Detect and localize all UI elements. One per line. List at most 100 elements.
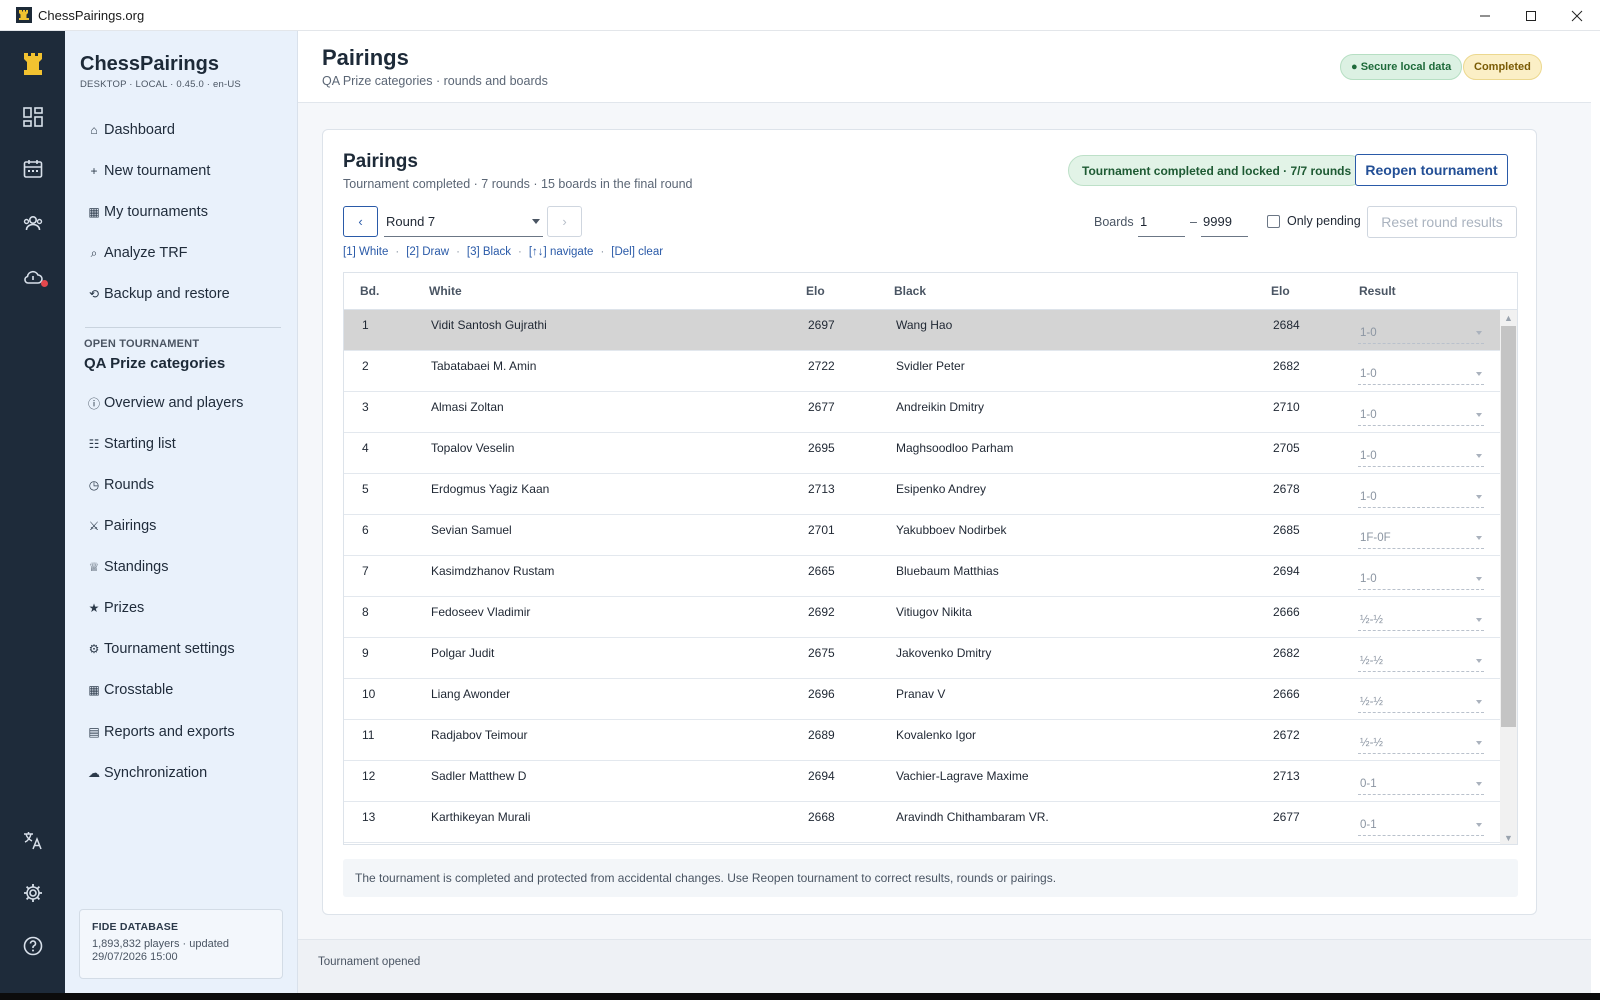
grid-icon: ▦ <box>88 205 100 219</box>
board-number: 12 <box>362 769 376 783</box>
reopen-tournament-button[interactable]: Reopen tournament <box>1355 154 1508 186</box>
result-value: 1-0 <box>1360 572 1377 585</box>
table-scrollbar[interactable]: ▲ ▼ <box>1500 310 1517 844</box>
sidebar-item-pairings[interactable]: ⚔ Pairings <box>87 515 157 537</box>
result-select[interactable]: ½-½ <box>1358 609 1484 631</box>
table-row[interactable]: 5 Erdogmus Yagiz Kaan 2713 Esipenko Andrey 2… <box>344 474 1500 515</box>
card-title: Pairings <box>343 151 418 172</box>
scrollbar-thumb[interactable] <box>1501 326 1516 727</box>
sync-alert-dot <box>41 280 48 287</box>
sidebar-item-my-tournaments[interactable]: ▦ My tournaments <box>87 201 208 223</box>
list-icon: ☷ <box>88 437 100 451</box>
table-row[interactable]: 12 Sadler Matthew D 2694 Vachier-Lagrave Ma… <box>344 761 1500 802</box>
window-bottom-edge <box>0 993 1600 1000</box>
result-select[interactable]: 1-0 <box>1358 322 1484 344</box>
pairings-table: Bd. White Elo Black Elo Result 1 Vidit Sa… <box>343 272 1518 845</box>
table-row[interactable]: 3 Almasi Zoltan 2677 Andreikin Dmitry 2710 1-… <box>344 392 1500 433</box>
close-icon[interactable] <box>1554 0 1600 31</box>
result-select[interactable]: 1-0 <box>1358 486 1484 508</box>
rook-icon <box>16 7 32 23</box>
table-row[interactable]: 1 Vidit Santosh Gujrathi 2697 Wang Hao 2684 1… <box>344 310 1500 351</box>
result-select[interactable]: 0-1 <box>1358 814 1484 836</box>
sidebar-item-new-tournament[interactable]: + New tournament <box>87 160 210 182</box>
result-select[interactable]: ½-½ <box>1358 650 1484 672</box>
white-player: Vidit Santosh Gujrathi <box>431 318 547 332</box>
players-icon[interactable] <box>0 203 65 243</box>
column-header-black-elo[interactable]: Elo <box>1271 284 1290 298</box>
only-pending-toggle[interactable]: Only pending <box>1267 214 1361 228</box>
dashboard-icon[interactable] <box>0 97 65 137</box>
result-select[interactable]: 1-0 <box>1358 568 1484 590</box>
board-number: 13 <box>362 810 376 824</box>
result-select[interactable]: 0-1 <box>1358 773 1484 795</box>
sidebar-item-dashboard[interactable]: ⌂ Dashboard <box>87 119 175 141</box>
result-select[interactable]: 1-0 <box>1358 363 1484 385</box>
minimize-icon[interactable] <box>1462 0 1508 31</box>
boards-to-input[interactable]: 9999 <box>1201 206 1248 237</box>
open-tournament-label: OPEN TOURNAMENT <box>84 338 200 350</box>
result-select[interactable]: 1F-0F <box>1358 527 1484 549</box>
white-player: Radjabov Teimour <box>431 728 528 742</box>
chevron-down-icon <box>1476 577 1482 581</box>
chevron-down-icon <box>1476 495 1482 499</box>
result-select[interactable]: ½-½ <box>1358 691 1484 713</box>
table-row[interactable]: 11 Radjabov Teimour 2689 Kovalenko Igor 2672… <box>344 720 1500 761</box>
result-select[interactable]: 1-0 <box>1358 404 1484 426</box>
sidebar-item-prizes[interactable]: ★ Prizes <box>87 597 145 619</box>
chevron-down-icon <box>1476 331 1482 335</box>
result-select[interactable]: ½-½ <box>1358 732 1484 754</box>
shortcut-black: [3] Black <box>466 246 512 258</box>
scroll-up-arrow-icon[interactable]: ▲ <box>1500 310 1517 325</box>
sidebar-item-standings[interactable]: ♕ Standings <box>87 556 169 578</box>
sidebar-item-crosstable[interactable]: ▦ Crosstable <box>87 679 173 701</box>
settings-gear-icon[interactable] <box>0 873 65 913</box>
sidebar-item-overview-players[interactable]: ⓘ Overview and players <box>87 392 243 414</box>
black-player: Wang Hao <box>896 318 953 332</box>
round-select[interactable]: Round 7 <box>384 206 543 237</box>
sidebar-item-label: Standings <box>104 559 169 575</box>
table-row[interactable]: 2 Tabatabaei M. Amin 2722 Svidler Peter 2682… <box>344 351 1500 392</box>
rook-logo-icon[interactable] <box>0 31 65 97</box>
result-select[interactable]: 1-0 <box>1358 445 1484 467</box>
table-row[interactable]: 10 Liang Awonder 2696 Pranav V 2666 ½-½ <box>344 679 1500 720</box>
status-bar: Tournament opened <box>298 939 1591 993</box>
calendar-icon[interactable] <box>0 149 65 189</box>
column-header-result[interactable]: Result <box>1359 284 1396 298</box>
black-player: Bluebaum Matthias <box>896 564 999 578</box>
boards-from-input[interactable]: 1 <box>1138 206 1185 237</box>
sidebar-item-starting-list[interactable]: ☷ Starting list <box>87 433 176 455</box>
white-elo: 2695 <box>808 441 835 455</box>
sidebar-item-tournament-settings[interactable]: ⚙ Tournament settings <box>87 638 235 660</box>
shortcut-clear: [Del] clear <box>611 246 664 258</box>
sidebar-item-reports-exports[interactable]: ▤ Reports and exports <box>87 721 234 743</box>
sidebar-item-synchronization[interactable]: ☁ Synchronization <box>87 762 207 784</box>
table-row[interactable]: 13 Karthikeyan Murali 2668 Aravindh Chitham… <box>344 802 1500 843</box>
maximize-icon[interactable] <box>1508 0 1554 31</box>
language-icon[interactable] <box>0 820 65 860</box>
sidebar-item-backup-restore[interactable]: ⟲ Backup and restore <box>87 283 230 305</box>
shortcut-separator: · <box>456 246 460 258</box>
table-row[interactable]: 8 Fedoseev Vladimir 2692 Vitiugov Nikita 266… <box>344 597 1500 638</box>
reset-round-results-button[interactable]: Reset round results <box>1367 206 1517 238</box>
page-subtitle: QA Prize categories · rounds and boards <box>322 74 548 88</box>
previous-round-button[interactable]: ‹ <box>343 206 378 237</box>
column-header-board[interactable]: Bd. <box>360 284 379 298</box>
table-row[interactable]: 7 Kasimdzhanov Rustam 2665 Bluebaum Matthia… <box>344 556 1500 597</box>
only-pending-checkbox[interactable] <box>1267 214 1280 228</box>
sidebar-item-rounds[interactable]: ◷ Rounds <box>87 474 154 496</box>
sidebar-item-label: Starting list <box>104 436 176 452</box>
scroll-down-arrow-icon[interactable]: ▼ <box>1500 830 1517 844</box>
help-icon[interactable] <box>0 926 65 966</box>
next-round-button[interactable]: › <box>547 206 582 237</box>
table-row[interactable]: 9 Polgar Judit 2675 Jakovenko Dmitry 2682 ½-½ <box>344 638 1500 679</box>
table-row[interactable]: 6 Sevian Samuel 2701 Yakubboev Nodirbek 2685… <box>344 515 1500 556</box>
column-header-black[interactable]: Black <box>894 284 926 298</box>
boards-range-dash: – <box>1190 215 1197 229</box>
sidebar-item-analyze-trf[interactable]: ⌕ Analyze TRF <box>87 242 188 264</box>
column-header-white-elo[interactable]: Elo <box>806 284 825 298</box>
icon-rail <box>0 31 65 993</box>
sidebar-item-label: Tournament settings <box>104 641 235 657</box>
table-row[interactable]: 4 Topalov Veselin 2695 Maghsoodloo Parham 27… <box>344 433 1500 474</box>
column-header-white[interactable]: White <box>429 284 462 298</box>
cloud-sync-icon[interactable] <box>0 257 65 297</box>
